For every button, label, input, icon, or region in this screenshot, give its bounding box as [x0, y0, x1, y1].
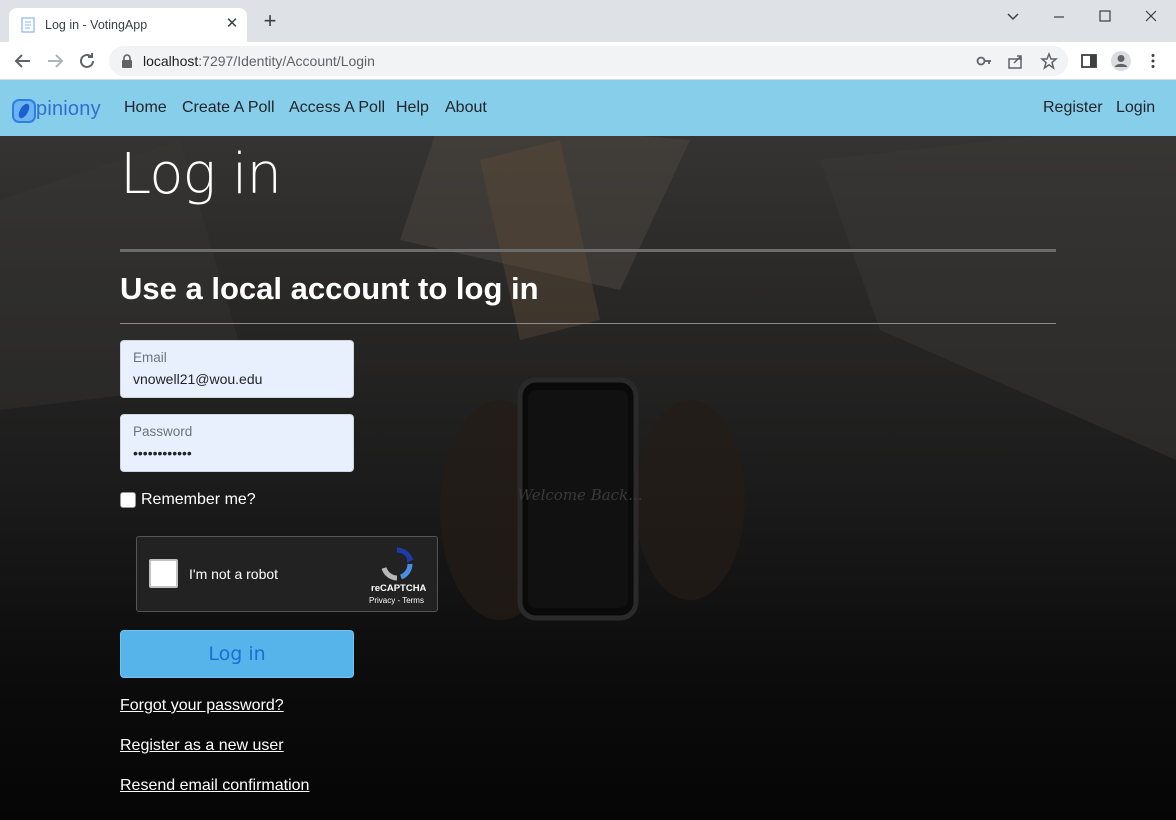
- email-field[interactable]: Email: [120, 340, 354, 398]
- close-window-icon[interactable]: [1136, 6, 1166, 28]
- password-field[interactable]: Password: [120, 414, 354, 472]
- side-panel-icon[interactable]: [1080, 52, 1098, 70]
- site-navbar: piniony Home Create A Poll Access A Poll…: [0, 80, 1176, 136]
- menu-kebab-icon[interactable]: [1144, 52, 1162, 70]
- url-text[interactable]: localhost:7297/Identity/Account/Login: [143, 53, 375, 69]
- brand-text: piniony: [36, 98, 101, 120]
- tab-title: Log in - VotingApp: [45, 18, 148, 32]
- divider: [120, 249, 1056, 252]
- remember-me-checkbox[interactable]: [120, 492, 136, 508]
- bookmark-star-icon[interactable]: [1040, 52, 1058, 70]
- login-button[interactable]: Log in: [120, 630, 354, 678]
- section-heading: Use a local account to log in: [120, 271, 539, 306]
- nav-help[interactable]: Help: [396, 99, 429, 117]
- lock-icon[interactable]: [121, 54, 133, 68]
- nav-access-poll[interactable]: Access A Poll: [289, 99, 385, 117]
- password-input[interactable]: [133, 445, 343, 461]
- page-icon: [21, 17, 35, 33]
- recaptcha-widget: I'm not a robot reCAPTCHA Privacy - Term…: [136, 536, 438, 612]
- nav-login[interactable]: Login: [1116, 99, 1155, 117]
- nav-home[interactable]: Home: [124, 99, 167, 117]
- browser-toolbar: localhost:7297/Identity/Account/Login: [0, 42, 1176, 80]
- register-link[interactable]: Register as a new user: [120, 737, 284, 755]
- tab-search-icon[interactable]: [998, 6, 1028, 28]
- browser-titlebar: Log in - VotingApp ✕ +: [0, 0, 1176, 42]
- profile-avatar-icon[interactable]: [1110, 50, 1132, 72]
- nav-register[interactable]: Register: [1043, 99, 1103, 117]
- email-label: Email: [133, 350, 167, 365]
- share-icon[interactable]: [1007, 52, 1025, 70]
- recaptcha-brand: reCAPTCHA: [371, 583, 427, 594]
- remember-me-label[interactable]: Remember me?: [141, 491, 256, 509]
- nav-about[interactable]: About: [445, 99, 487, 117]
- brand-o-icon: [12, 99, 36, 123]
- address-bar[interactable]: localhost:7297/Identity/Account/Login: [109, 46, 1068, 76]
- minimize-icon[interactable]: [1044, 6, 1074, 28]
- nav-create-poll[interactable]: Create A Poll: [182, 99, 275, 117]
- new-tab-icon[interactable]: +: [260, 10, 280, 32]
- close-tab-icon[interactable]: ✕: [223, 15, 241, 33]
- recaptcha-privacy-terms[interactable]: Privacy - Terms: [369, 596, 424, 605]
- page-body: Welcome Back... piniony Home Create A Po…: [0, 80, 1176, 820]
- forward-icon[interactable]: [45, 51, 65, 71]
- password-label: Password: [133, 424, 193, 439]
- email-input[interactable]: [133, 371, 343, 387]
- forgot-password-link[interactable]: Forgot your password?: [120, 697, 284, 715]
- recaptcha-checkbox[interactable]: [149, 559, 178, 588]
- recaptcha-label: I'm not a robot: [189, 566, 279, 582]
- reload-icon[interactable]: [77, 51, 97, 71]
- divider: [120, 323, 1056, 324]
- back-icon[interactable]: [13, 51, 33, 71]
- resend-confirmation-link[interactable]: Resend email confirmation: [120, 777, 309, 795]
- phone-welcome-text: Welcome Back...: [518, 486, 643, 504]
- maximize-icon[interactable]: [1090, 6, 1120, 28]
- browser-tab[interactable]: Log in - VotingApp ✕: [9, 8, 247, 42]
- recaptcha-logo-icon: [381, 547, 414, 581]
- key-icon[interactable]: [975, 52, 993, 70]
- page-title: Log in: [120, 142, 282, 207]
